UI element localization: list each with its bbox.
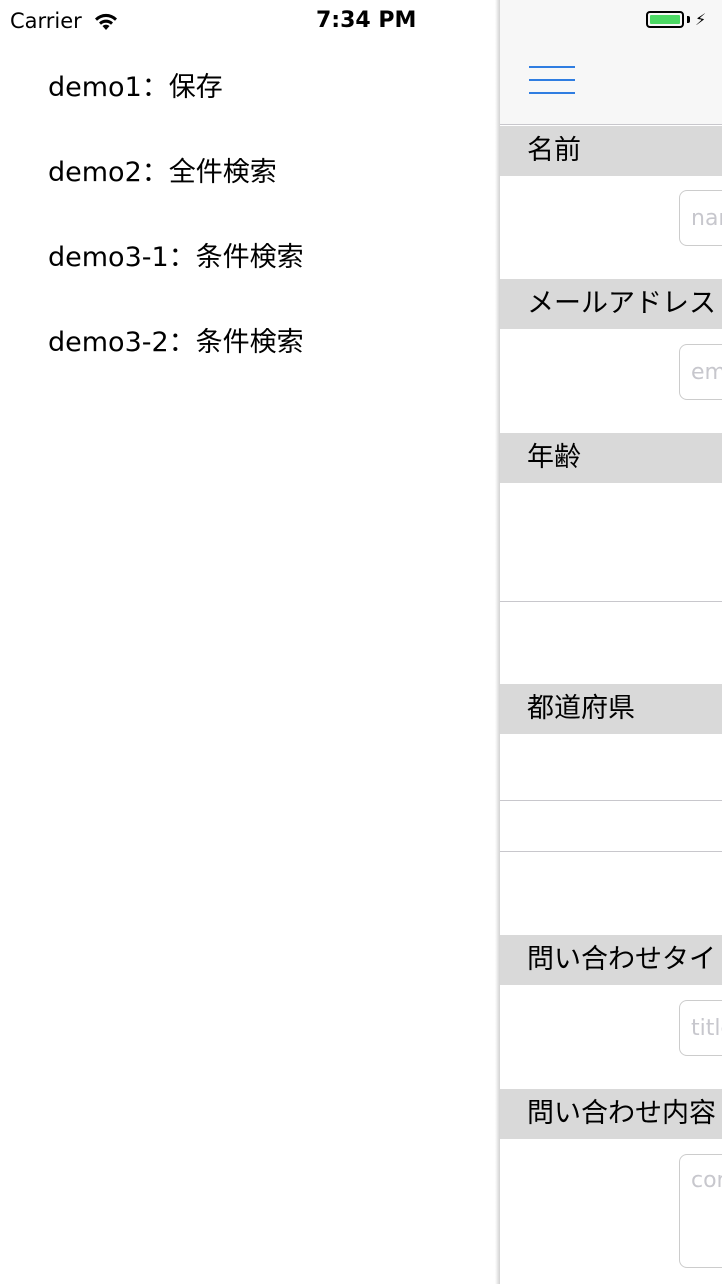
section-header-title: 問い合わせタイトル xyxy=(500,935,722,985)
status-bar: Carrier 7:34 PM ⚡ xyxy=(0,0,722,40)
menu-item-demo1[interactable]: demo1：保存 xyxy=(48,65,223,104)
bolt-icon: ⚡ xyxy=(695,10,707,29)
form-pane: 名前 name メールアドレス email 年齢 都道府県 問い合わせタイトル … xyxy=(500,0,722,1284)
menu-item-demo3-2[interactable]: demo3-2：条件検索 xyxy=(48,320,304,359)
name-field[interactable]: name xyxy=(679,190,722,246)
section-header-age: 年齢 xyxy=(500,433,722,483)
content-textarea[interactable]: content xyxy=(679,1154,722,1268)
email-field[interactable]: email xyxy=(679,344,722,400)
section-header-content: 問い合わせ内容 xyxy=(500,1089,722,1139)
section-header-name: 名前 xyxy=(500,126,722,176)
age-picker-separator xyxy=(500,601,722,602)
carrier-group: Carrier xyxy=(10,9,120,33)
menu-item-demo2[interactable]: demo2：全件検索 xyxy=(48,150,277,189)
battery-icon: ⚡ xyxy=(646,10,706,29)
carrier-label: Carrier xyxy=(10,9,82,33)
hamburger-icon[interactable] xyxy=(529,66,575,96)
section-header-email: メールアドレス xyxy=(500,279,722,329)
side-menu: demo1：保存 demo2：全件検索 demo3-1：条件検索 demo3-2… xyxy=(0,0,498,1284)
prefecture-picker-separator-bottom xyxy=(500,851,722,852)
prefecture-picker-separator-top xyxy=(500,800,722,801)
wifi-icon xyxy=(94,13,117,30)
status-time: 7:34 PM xyxy=(316,8,417,33)
title-field[interactable]: title xyxy=(679,1000,722,1056)
app-screen: demo1：保存 demo2：全件検索 demo3-1：条件検索 demo3-2… xyxy=(0,0,722,1284)
section-header-prefecture: 都道府県 xyxy=(500,684,722,734)
menu-item-demo3-1[interactable]: demo3-1：条件検索 xyxy=(48,235,304,274)
